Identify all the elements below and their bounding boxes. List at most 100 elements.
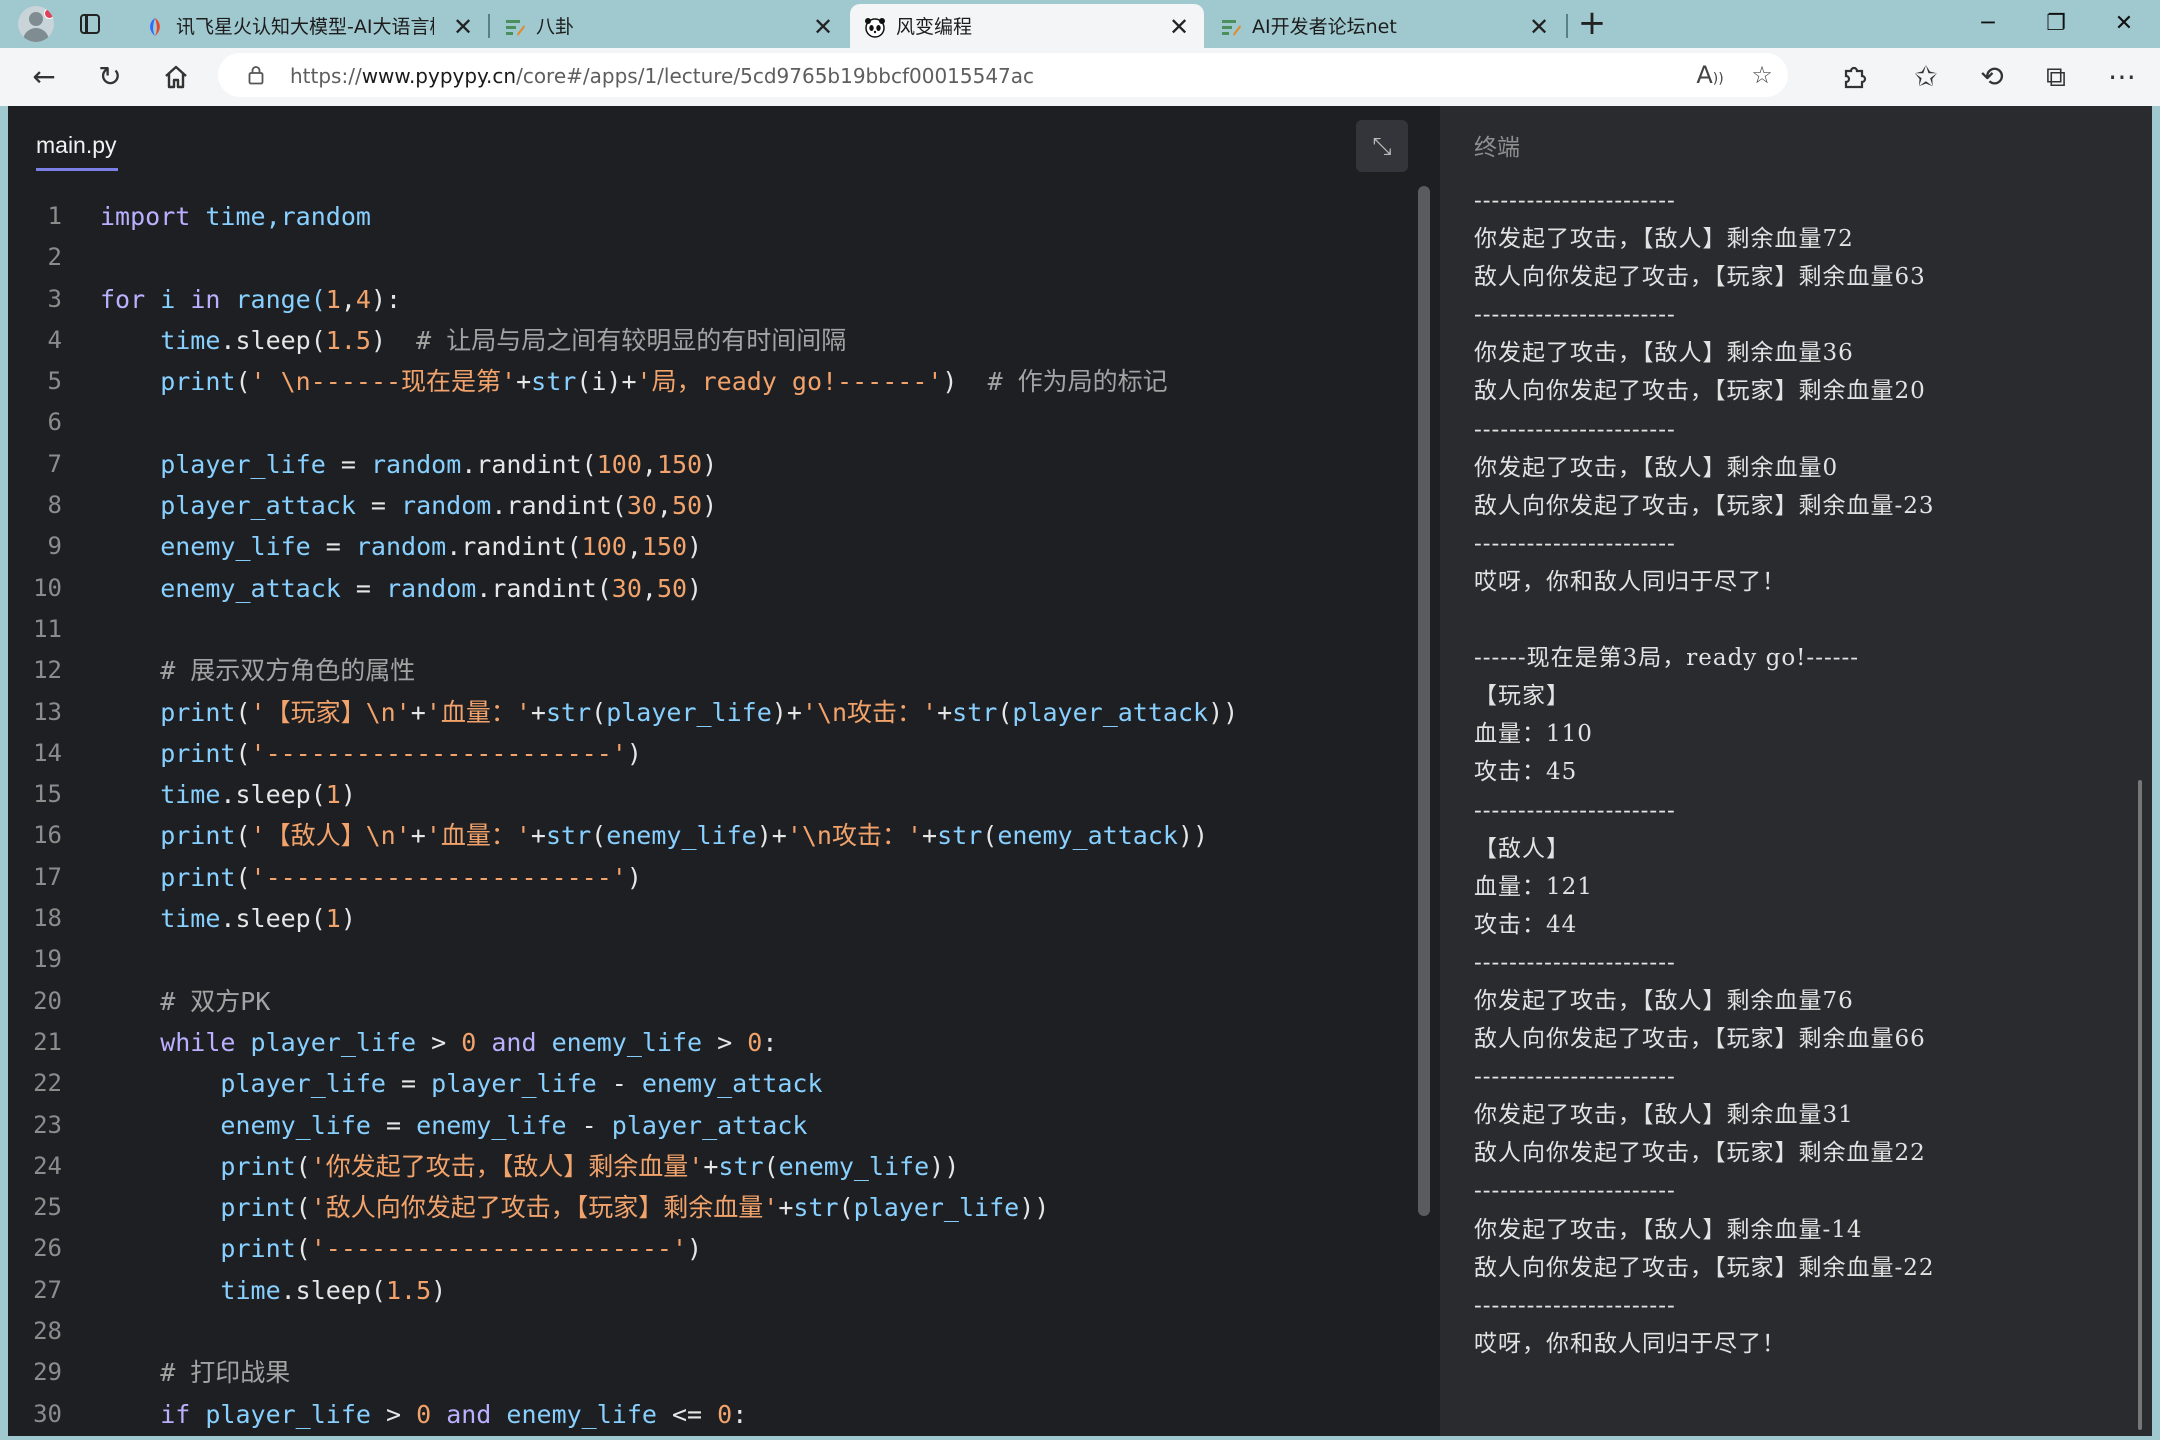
close-icon[interactable]: ✕ <box>1166 14 1192 40</box>
code-text[interactable]: print('【玩家】\n'+'血量：'+str(player_life)+'\… <box>100 692 1238 733</box>
browser-tab-strip: 讯飞星火认知大模型-AI大语言模 ✕ 八卦 ✕ 风变编程 ✕ AI开发者论坛ne… <box>0 0 2160 48</box>
editor-scrollbar[interactable] <box>1418 186 1430 1216</box>
tab-actions-bar <box>85 14 88 34</box>
refresh-icon[interactable]: ↻ <box>90 59 130 95</box>
code-line: 29 # 打印战果 <box>8 1352 1408 1393</box>
code-text[interactable]: # 打印战果 <box>100 1352 290 1393</box>
minimize-icon[interactable]: ─ <box>1958 4 2018 44</box>
window-close-icon[interactable]: ✕ <box>2094 4 2154 44</box>
code-text[interactable]: import time,random <box>100 196 371 237</box>
code-text[interactable]: print('你发起了攻击，【敌人】剩余血量'+str(enemy_life)) <box>100 1146 959 1187</box>
line-number: 26 <box>33 1234 62 1263</box>
favorites-list-icon[interactable]: ✩ <box>1906 59 1946 95</box>
code-text[interactable]: player_attack = random.randint(30,50) <box>100 485 717 526</box>
tab-label: AI开发者论坛net <box>1252 16 1397 38</box>
tab-actions-icon[interactable] <box>76 10 104 38</box>
terminal-line: 攻击：44 <box>1474 911 1578 938</box>
terminal-line: ----------------------- <box>1474 1292 1676 1319</box>
code-editor[interactable]: main.py ⤡ 1 import time,random 2 3 for i i… <box>8 106 1440 1436</box>
terminal-line: 敌人向你发起了攻击，【玩家】剩余血量22 <box>1474 1140 1926 1167</box>
code-line: 19 <box>8 939 1408 980</box>
terminal-line: 血量：121 <box>1474 873 1593 900</box>
terminal-line: 攻击：45 <box>1474 759 1578 786</box>
terminal-scrollbar[interactable] <box>2138 780 2142 1430</box>
profile-avatar-icon[interactable] <box>18 6 54 42</box>
tab-label: 八卦 <box>536 16 575 38</box>
line-number: 27 <box>33 1275 62 1304</box>
terminal-line: 敌人向你发起了攻击，【玩家】剩余血量63 <box>1474 264 1926 291</box>
code-line: 17 print('-----------------------') <box>8 857 1408 898</box>
code-text[interactable]: time.sleep(1) <box>100 898 356 939</box>
restore-icon[interactable]: ❐ <box>2026 4 2086 44</box>
code-text[interactable]: # 双方PK <box>100 981 270 1022</box>
screenshot-icon[interactable]: ⧉ <box>2036 59 2076 95</box>
read-aloud-waves: )) <box>1712 71 1724 87</box>
favorite-star-icon[interactable]: ☆ <box>1744 61 1780 89</box>
panda-icon <box>865 18 885 38</box>
page-content: main.py ⤡ 1 import time,random 2 3 for i i… <box>8 106 2152 1436</box>
close-icon[interactable]: ✕ <box>450 14 476 40</box>
code-line: 10 enemy_attack = random.randint(30,50) <box>8 568 1408 609</box>
code-line: 9 enemy_life = random.randint(100,150) <box>8 526 1408 567</box>
line-number: 11 <box>33 614 62 643</box>
code-text[interactable]: enemy_attack = random.randint(30,50) <box>100 568 702 609</box>
code-text[interactable]: time.sleep(1.5) <box>100 1270 446 1311</box>
code-text[interactable]: time.sleep(1) <box>100 774 356 815</box>
code-text[interactable]: enemy_life = random.randint(100,150) <box>100 526 702 567</box>
code-lines: 1 import time,random 2 3 for i in range(1,… <box>8 196 1408 1435</box>
code-line: 21 while player_life > 0 and enemy_life … <box>8 1022 1408 1063</box>
home-icon[interactable] <box>156 59 196 95</box>
terminal-line: 敌人向你发起了攻击，【玩家】剩余血量-22 <box>1474 1254 1935 1281</box>
read-aloud-icon[interactable]: A)) <box>1692 61 1728 89</box>
close-icon[interactable]: ✕ <box>810 14 836 40</box>
tab-separator <box>1566 14 1568 38</box>
code-text[interactable]: # 展示双方角色的属性 <box>100 650 415 691</box>
new-tab-plus-icon[interactable]: + <box>1574 6 1610 42</box>
terminal-line: ----------------------- <box>1474 1178 1676 1205</box>
address-bar[interactable]: https://www.pypypy.cn/core#/apps/1/lectu… <box>218 53 1788 97</box>
collapse-icon[interactable]: ⤡ <box>1356 120 1408 172</box>
terminal-panel[interactable]: 终端 ----------------------- 你发起了攻击，【敌人】剩余血… <box>1440 106 2152 1436</box>
browser-tab-fengbian[interactable]: 风变编程 ✕ <box>850 4 1204 48</box>
code-text[interactable]: if player_life > 0 and enemy_life <= 0: <box>100 1394 747 1435</box>
url-text[interactable]: https://www.pypypy.cn/core#/apps/1/lectu… <box>290 63 1034 89</box>
line-number: 9 <box>47 532 62 561</box>
history-icon[interactable]: ⟲ <box>1972 59 2012 95</box>
code-text[interactable]: player_life = random.randint(100,150) <box>100 444 717 485</box>
code-text[interactable]: print('-----------------------') <box>100 1228 702 1269</box>
code-text[interactable]: print('敌人向你发起了攻击，【玩家】剩余血量'+str(player_li… <box>100 1187 1049 1228</box>
code-line: 26 print('-----------------------') <box>8 1228 1408 1269</box>
file-tab-main-py[interactable]: main.py <box>36 132 117 159</box>
terminal-line: 你发起了攻击，【敌人】剩余血量0 <box>1474 454 1839 481</box>
code-text[interactable]: enemy_life = enemy_life - player_attack <box>100 1105 807 1146</box>
puzzle-shape <box>1844 66 1867 89</box>
browser-tab-xunfei[interactable]: 讯飞星火认知大模型-AI大语言模 ✕ <box>130 4 488 48</box>
forum-icon <box>506 20 525 36</box>
terminal-line: ----------------------- <box>1474 530 1676 557</box>
line-number: 2 <box>47 243 62 272</box>
tab-label: 风变编程 <box>896 16 973 38</box>
code-text[interactable]: player_life = player_life - enemy_attack <box>100 1063 822 1104</box>
code-text[interactable]: for i in range(1,4): <box>100 279 401 320</box>
code-text[interactable]: while player_life > 0 and enemy_life > 0… <box>100 1022 777 1063</box>
more-menu-icon[interactable]: ⋯ <box>2102 59 2142 95</box>
profile-body-shape <box>23 28 49 42</box>
code-text[interactable]: print('-----------------------') <box>100 857 642 898</box>
code-text[interactable]: print('-----------------------') <box>100 733 642 774</box>
browser-tab-ai-forum[interactable]: AI开发者论坛net ✕ <box>1206 4 1564 48</box>
code-line: 23 enemy_life = enemy_life - player_atta… <box>8 1105 1408 1146</box>
code-text[interactable]: print('【敌人】\n'+'血量：'+str(enemy_life)+'\n… <box>100 815 1208 856</box>
browser-toolbar: ← ↻ https://www.pypypy.cn/core#/apps/1/l… <box>0 48 2160 106</box>
code-line: 1 import time,random <box>8 196 1408 237</box>
code-line: 4 time.sleep(1.5) # 让局与局之间有较明显的有时间间隔 <box>8 320 1408 361</box>
code-text[interactable]: print(' \n------现在是第'+str(i)+'局，ready go… <box>100 361 1167 402</box>
close-icon[interactable]: ✕ <box>1526 14 1552 40</box>
browser-tab-bagua[interactable]: 八卦 ✕ <box>490 4 848 48</box>
extensions-puzzle-icon[interactable] <box>1834 59 1874 95</box>
code-line: 15 time.sleep(1) <box>8 774 1408 815</box>
line-number: 21 <box>33 1027 62 1056</box>
terminal-output: ----------------------- 你发起了攻击，【敌人】剩余血量72… <box>1474 182 2134 1363</box>
code-text[interactable]: time.sleep(1.5) # 让局与局之间有较明显的有时间间隔 <box>100 320 846 361</box>
profile-notification-dot <box>44 8 54 19</box>
back-arrow-icon[interactable]: ← <box>24 59 64 95</box>
